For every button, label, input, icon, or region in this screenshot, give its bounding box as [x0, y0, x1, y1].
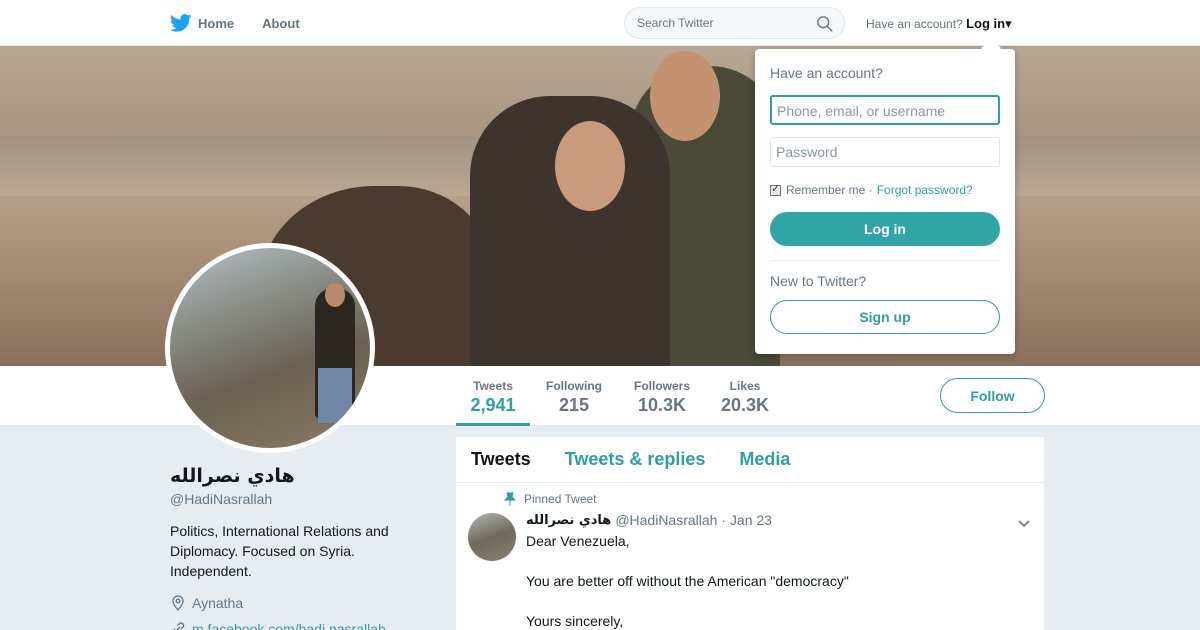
link-icon [173, 622, 185, 630]
search-icon[interactable] [816, 15, 834, 33]
profile-handle[interactable]: @HadiNasrallah [170, 491, 272, 507]
stat-label: Tweets [473, 379, 513, 393]
profile-location: Aynatha [170, 595, 243, 611]
search-input[interactable]: Search Twitter [624, 7, 845, 39]
forgot-password-link[interactable]: Forgot password? [877, 183, 973, 197]
tweet-header: هادي نصرالله @HadiNasrallah · Jan 23 [526, 512, 772, 528]
stat-likes[interactable]: Likes 20.3K [716, 366, 774, 426]
signup-button[interactable]: Sign up [770, 300, 1000, 334]
login-menu-toggle[interactable]: Have an account? Log in▾ [866, 16, 1012, 32]
profile-link[interactable]: m.facebook.com/hadi.nasrallah [170, 621, 386, 630]
location-text: Aynatha [192, 595, 244, 611]
tweet-avatar[interactable] [468, 513, 516, 561]
caret-down-icon: ▾ [1005, 16, 1012, 31]
search-placeholder: Search Twitter [637, 16, 714, 30]
twitter-bird-icon [170, 14, 192, 32]
tab-tweets-replies[interactable]: Tweets & replies [565, 449, 706, 470]
profile-bio: Politics, International Relations and Di… [170, 523, 389, 579]
stat-value: 10.3K [637, 395, 687, 415]
tweet-line: You are better off without the American … [526, 573, 849, 589]
new-to-twitter-text: New to Twitter? [770, 273, 867, 289]
pin-icon [504, 492, 516, 506]
remember-row: Remember me · Forgot password? [770, 182, 973, 197]
login-dropdown: Have an account? Phone, email, or userna… [755, 49, 1015, 354]
tweet-line: Dear Venezuela, [526, 533, 630, 549]
stat-value: 20.3K [720, 395, 770, 415]
home-label: Home [198, 15, 235, 31]
tweet-line [526, 591, 849, 611]
tab-tweets[interactable]: Tweets [471, 449, 531, 470]
password-field[interactable]: Password [770, 137, 1000, 167]
divider [770, 260, 1000, 261]
tweet-author-handle[interactable]: @HadiNasrallah [615, 512, 717, 528]
username-field[interactable]: Phone, email, or username [770, 95, 1000, 125]
about-link[interactable]: About [262, 16, 300, 31]
stat-following[interactable]: Following 215 [540, 366, 608, 426]
tweet-text: Dear Venezuela, You are better off witho… [526, 531, 849, 630]
profile-avatar[interactable] [165, 243, 375, 453]
profile-name[interactable]: هادي نصرالله [170, 465, 295, 487]
chevron-down-icon[interactable] [1016, 515, 1032, 531]
header-face-1 [555, 121, 625, 211]
tab-media[interactable]: Media [739, 449, 790, 470]
link-text[interactable]: m.facebook.com/hadi.nasrallah [192, 621, 386, 630]
tweet-line [526, 551, 849, 571]
timeline: Tweets Tweets & replies Media Pinned Twe… [456, 437, 1044, 630]
stat-value: 2,941 [470, 395, 516, 415]
timeline-tabs: Tweets Tweets & replies Media [456, 437, 1044, 483]
stat-value: 215 [558, 395, 590, 415]
pinned-text: Pinned Tweet [524, 492, 597, 506]
pinned-tweet-label: Pinned Tweet [504, 492, 597, 506]
follow-button[interactable]: Follow [940, 378, 1045, 413]
tweet-line: Yours sincerely, [526, 613, 624, 629]
nav-left: Home About [170, 0, 328, 46]
tweet-date[interactable]: · Jan 23 [721, 512, 772, 528]
remember-label[interactable]: Remember me · [786, 183, 873, 197]
have-account-text: Have an account? [866, 17, 963, 31]
stat-followers[interactable]: Followers 10.3K [628, 366, 696, 426]
top-nav: Home About Search Twitter Have an accoun… [0, 0, 1200, 46]
login-link[interactable]: Log in [966, 16, 1005, 31]
stat-label: Following [546, 379, 602, 393]
tweet-author-name[interactable]: هادي نصرالله [526, 513, 611, 528]
dropdown-title: Have an account? [770, 65, 883, 81]
location-pin-icon [172, 595, 184, 611]
login-button[interactable]: Log in [770, 212, 1000, 246]
avatar-head [325, 283, 345, 307]
stat-tweets[interactable]: Tweets 2,941 [456, 366, 530, 426]
header-face-2 [650, 51, 720, 141]
stat-label: Likes [729, 379, 761, 393]
stat-label: Followers [633, 379, 690, 393]
remember-checkbox[interactable] [770, 182, 781, 196]
avatar-jeans [318, 368, 352, 423]
home-link[interactable]: Home [170, 14, 234, 32]
